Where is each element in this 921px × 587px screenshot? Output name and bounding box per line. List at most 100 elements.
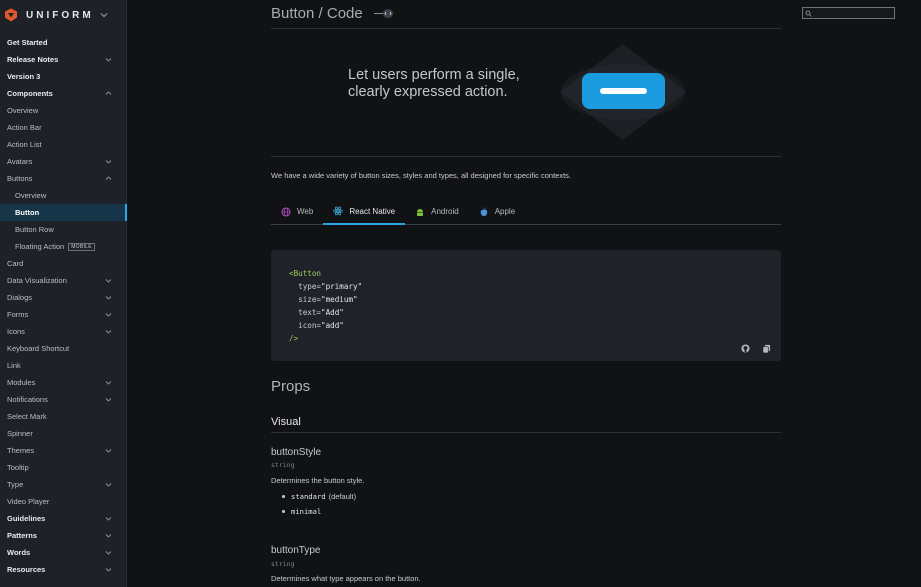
sidebar-item-icons[interactable]: Icons [0, 323, 126, 340]
prop-description: Determines what type appears on the butt… [271, 574, 421, 583]
github-icon[interactable] [741, 344, 750, 353]
tab-label: Android [431, 207, 459, 216]
web-icon [281, 207, 291, 216]
code-token: type= [289, 282, 322, 291]
visual-divider [271, 432, 781, 433]
sidebar-item-label: Tooltip [7, 463, 29, 472]
code-token: "primary" [321, 282, 363, 291]
code-token: /> [289, 334, 299, 343]
brand-switcher[interactable]: UNIFORM [0, 0, 126, 30]
sidebar-item-label: Action Bar [7, 123, 42, 132]
hero-text: Let users perform a single, clearly expr… [348, 67, 520, 100]
chevron-down-icon [105, 568, 112, 572]
prop-type: string [271, 461, 295, 469]
sidebar-item-modules[interactable]: Modules [0, 374, 126, 391]
prop-option: minimal [282, 507, 321, 516]
android-icon [417, 208, 424, 216]
tab-web[interactable]: Web [271, 199, 323, 224]
sidebar-item-video-player[interactable]: Video Player [0, 493, 126, 510]
sidebar-item-tooltip[interactable]: Tooltip [0, 459, 126, 476]
sidebar-item-action-list[interactable]: Action List [0, 136, 126, 153]
sidebar-item-link[interactable]: Link [0, 357, 126, 374]
chevron-down-icon [105, 296, 112, 300]
tab-label: React Native [349, 206, 396, 216]
sidebar-item-buttons[interactable]: Buttons [0, 170, 126, 187]
sidebar-item-forms[interactable]: Forms [0, 306, 126, 323]
sidebar-item-select-mark[interactable]: Select Mark [0, 408, 126, 425]
sidebar-item-get-started[interactable]: Get Started [0, 34, 126, 51]
code-token: "add" [321, 321, 344, 330]
sidebar: UNIFORM Get Started Release Notes Version … [0, 0, 127, 587]
page-title: Button / Code [271, 5, 363, 22]
sidebar-item-label: Icons [7, 327, 25, 336]
sidebar-item-floating-action[interactable]: Floating Action MOBILE [0, 238, 126, 255]
chevron-down-icon [105, 313, 112, 317]
code-token: text= [289, 308, 322, 317]
code-block: <Button type="primary" size="medium" tex… [271, 250, 781, 361]
copy-icon[interactable] [762, 344, 771, 353]
sidebar-item-avatars[interactable]: Avatars [0, 153, 126, 170]
sidebar-item-data-visualization[interactable]: Data Visualization [0, 272, 126, 289]
sidebar-item-words[interactable]: Words [0, 544, 126, 561]
sidebar-item-label: Button [15, 208, 40, 217]
sidebar-item-spinner[interactable]: Spinner [0, 425, 126, 442]
search-icon [805, 10, 812, 17]
sidebar-item-label: Release Notes [7, 55, 59, 64]
chevron-up-icon [105, 91, 112, 95]
sidebar-item-themes[interactable]: Themes [0, 442, 126, 459]
sidebar-item-overview[interactable]: Overview [0, 102, 126, 119]
chevron-down-icon [105, 160, 112, 164]
platform-tabs: Web React Native Android Apple [271, 199, 781, 225]
chevron-down-icon [105, 517, 112, 521]
sidebar-item-label: Overview [15, 191, 47, 200]
sidebar-item-overview[interactable]: Overview [0, 187, 126, 204]
sidebar-item-label: Overview [7, 106, 39, 115]
sidebar-item-release-notes[interactable]: Release Notes [0, 51, 126, 68]
code-token: "medium" [321, 295, 358, 304]
sidebar-item-resources[interactable]: Resources [0, 561, 126, 578]
sidebar-item-type[interactable]: Type [0, 476, 126, 493]
sidebar-item-button-row[interactable]: Button Row [0, 221, 126, 238]
tab-android[interactable]: Android [405, 199, 469, 224]
sidebar-item-label: Spinner [7, 429, 33, 438]
sidebar-item-label: Version 3 [7, 72, 41, 81]
search-input[interactable] [802, 7, 895, 19]
sidebar-item-action-bar[interactable]: Action Bar [0, 119, 126, 136]
sidebar-item-label: Get Started [7, 38, 48, 47]
sidebar-item-notifications[interactable]: Notifications [0, 391, 126, 408]
sidebar-item-components[interactable]: Components [0, 85, 126, 102]
mobile-badge: MOBILE [68, 242, 95, 251]
prop-name: buttonStyle [271, 447, 322, 458]
tab-react-native[interactable]: React Native [323, 199, 406, 225]
sidebar-item-patterns[interactable]: Patterns [0, 527, 126, 544]
sidebar-item-label: Words [7, 548, 31, 557]
intro-text: We have a wide variety of button sizes, … [271, 171, 572, 180]
tab-label: Web [297, 207, 314, 216]
sidebar-item-keyboard-shortcut[interactable]: Keyboard Shortcut [0, 340, 126, 357]
tab-apple[interactable]: Apple [469, 199, 525, 224]
prop-option: standard (default) [282, 492, 356, 501]
chevron-down-icon [105, 381, 112, 385]
code-token: icon= [289, 321, 322, 330]
sidebar-item-label: Keyboard Shortcut [7, 344, 70, 353]
code-toggle-icon[interactable] [374, 9, 393, 18]
chevron-down-icon [105, 330, 112, 334]
sidebar-item-label: Resources [7, 565, 46, 574]
sidebar-item-label: Button Row [15, 225, 54, 234]
sidebar-item-card[interactable]: Card [0, 255, 126, 272]
sidebar-item-label: Notifications [7, 395, 48, 404]
sidebar-item-label: Patterns [7, 531, 38, 540]
chevron-down-icon [105, 534, 112, 538]
chevron-down-icon [105, 398, 112, 402]
sidebar-item-button[interactable]: Button [0, 204, 127, 221]
prop-type: string [271, 560, 295, 568]
sidebar-item-label: Dialogs [7, 293, 33, 302]
code-token: size= [289, 295, 322, 304]
sidebar-item-label: Modules [7, 378, 36, 387]
sidebar-item-guidelines[interactable]: Guidelines [0, 510, 126, 527]
sidebar-item-label: Action List [7, 140, 42, 149]
sidebar-item-dialogs[interactable]: Dialogs [0, 289, 126, 306]
sidebar-nav: Get Started Release Notes Version 3 Compone… [0, 34, 127, 578]
sidebar-item-label: Video Player [7, 497, 50, 506]
sidebar-item-version-3[interactable]: Version 3 [0, 68, 126, 85]
